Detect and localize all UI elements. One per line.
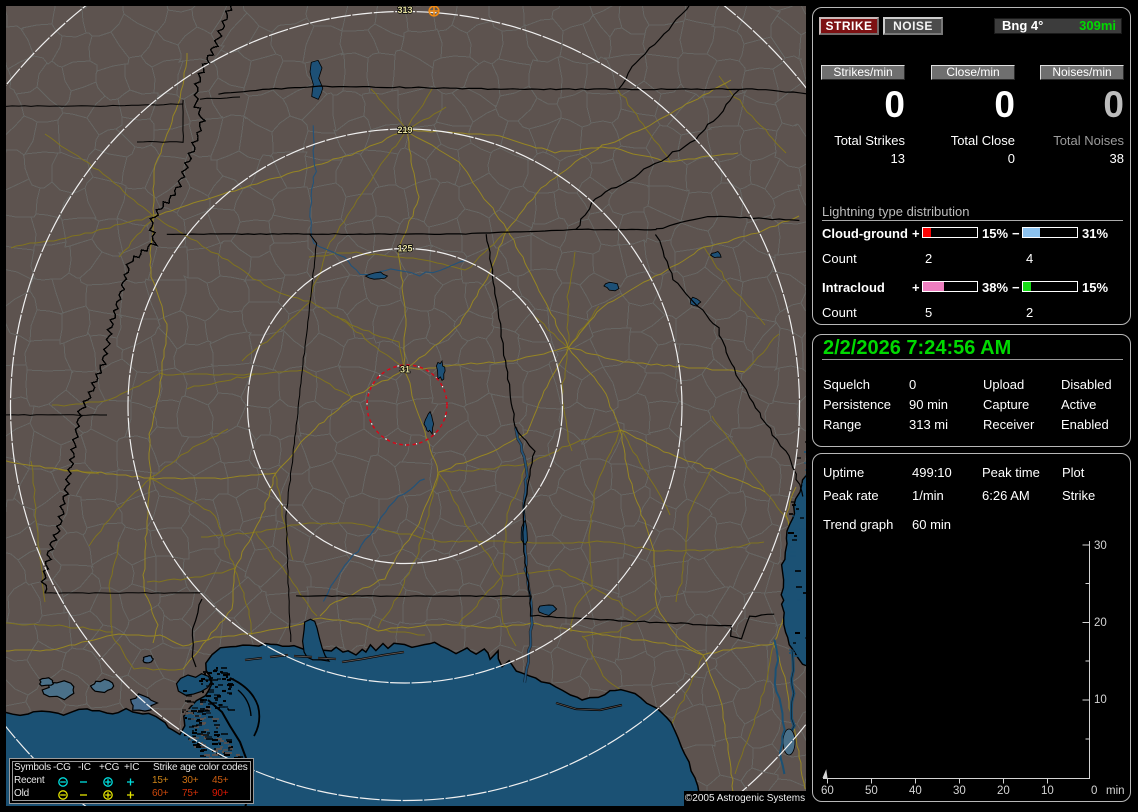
svg-text:20: 20 <box>1094 617 1107 629</box>
svg-text:125: 125 <box>397 244 412 254</box>
svg-text:50: 50 <box>865 785 878 797</box>
svg-text:40: 40 <box>909 785 922 797</box>
svg-text:min: min <box>1106 785 1125 797</box>
svg-text:0: 0 <box>1091 785 1097 797</box>
svg-text:20: 20 <box>997 785 1010 797</box>
svg-text:30: 30 <box>1094 540 1107 552</box>
svg-text:10: 10 <box>1094 694 1107 706</box>
svg-text:60: 60 <box>821 785 834 797</box>
svg-text:30: 30 <box>953 785 966 797</box>
svg-text:219: 219 <box>397 125 412 135</box>
svg-text:10: 10 <box>1041 785 1054 797</box>
svg-text:31: 31 <box>400 365 410 375</box>
svg-text:313: 313 <box>397 6 412 15</box>
